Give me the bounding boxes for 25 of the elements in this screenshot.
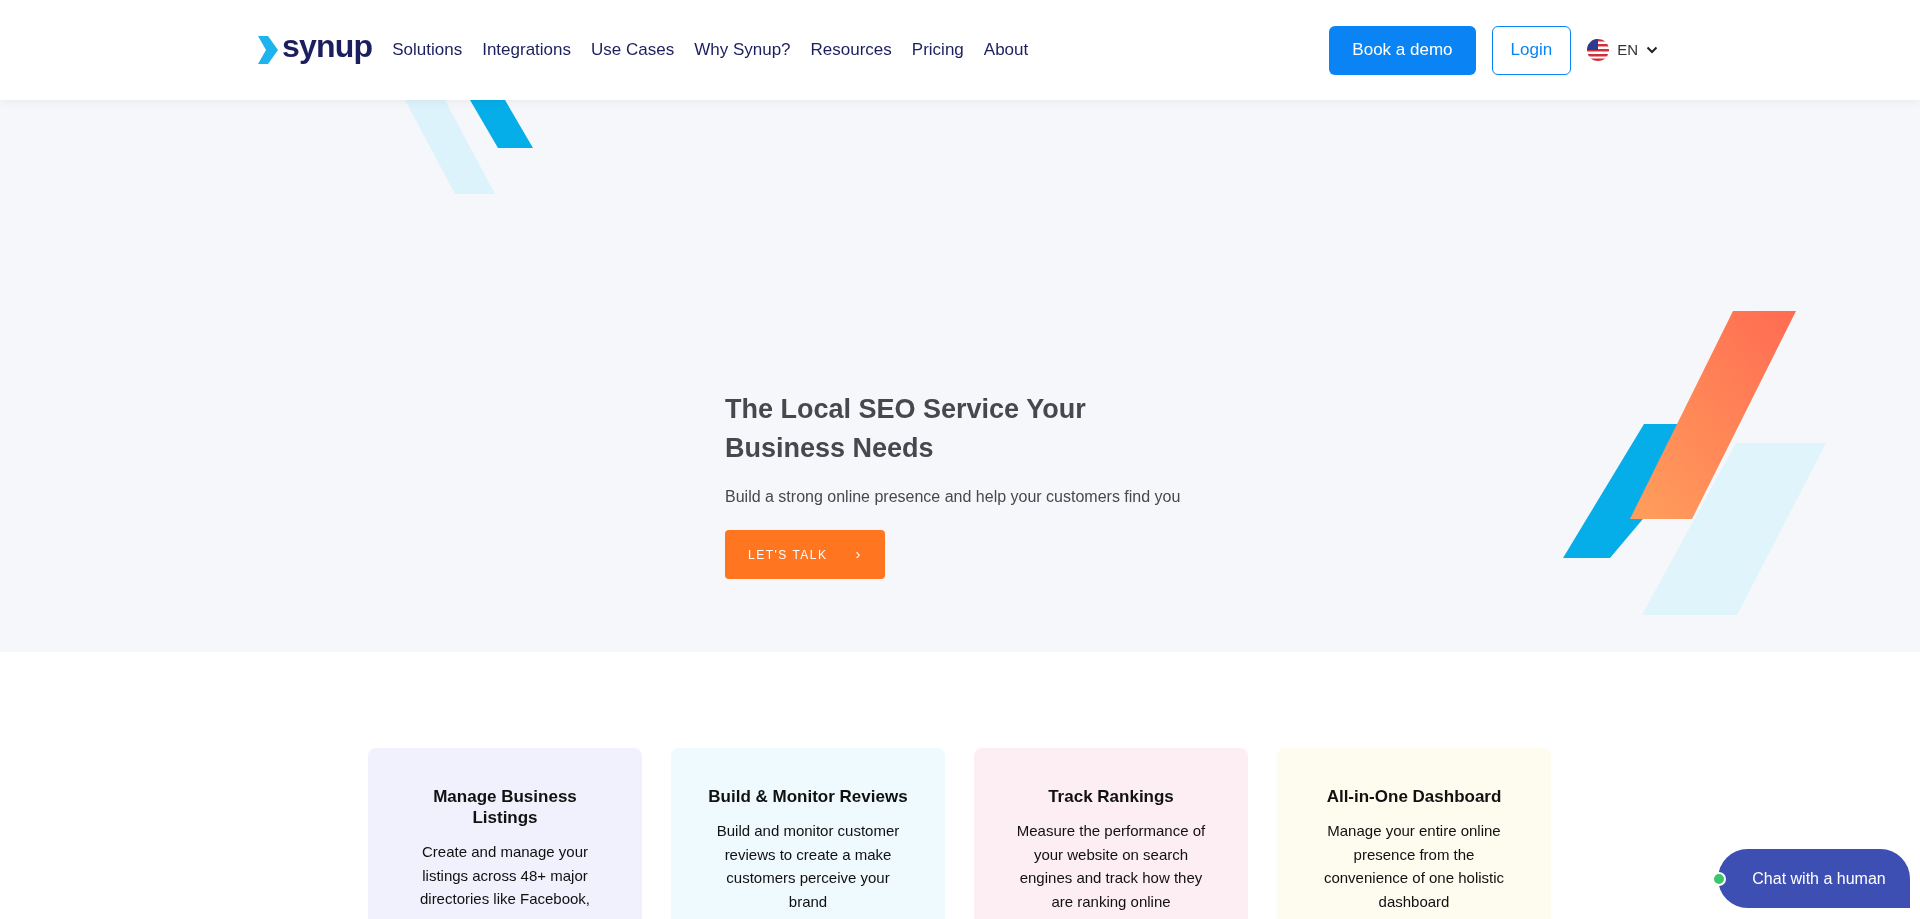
hero-subtitle: Build a strong online presence and help your customers find you	[725, 487, 1182, 507]
nav-link[interactable]: Solutions	[392, 37, 463, 63]
card-title: All-in-One Dashboard	[1326, 786, 1502, 807]
chevron-down-icon[interactable]	[1646, 46, 1658, 54]
nav-link[interactable]: Use Cases	[591, 37, 675, 63]
chat-button[interactable]: Chat with a human	[1718, 849, 1910, 908]
card-text: Build and monitor customer reviews to create a make customers perceive your brand	[715, 821, 901, 912]
login-button[interactable]: Login	[1491, 25, 1572, 75]
card-text: Measure the performance of your website on search engines and track how they are ranking online	[1015, 821, 1207, 912]
nav-link[interactable]: Why Synup?	[694, 37, 791, 63]
language-label[interactable]: EN	[1617, 38, 1638, 62]
card-title: Manage Business Listings	[432, 786, 578, 828]
hero-title: The Local SEO Service Your Business Needs	[725, 393, 1087, 465]
nav-link[interactable]: About	[983, 37, 1029, 63]
flag-icon[interactable]	[1587, 39, 1610, 61]
book-demo-button[interactable]: Book a demo	[1329, 25, 1476, 75]
card-text: Manage your entire online presence from the convenience of one holistic dashboard	[1322, 821, 1506, 912]
card-text: Create and manage your listings across 48+ major directories like Facebook,	[418, 842, 592, 909]
nav-link[interactable]: Pricing	[911, 37, 964, 63]
card-title: Track Rankings	[1048, 786, 1174, 807]
nav-link[interactable]: Integrations	[482, 37, 572, 63]
logo[interactable]: synup	[282, 30, 373, 62]
logo-chevron-icon	[258, 36, 278, 64]
nav-link[interactable]: Resources	[810, 37, 892, 63]
card-title: Build & Monitor Reviews	[708, 786, 908, 807]
